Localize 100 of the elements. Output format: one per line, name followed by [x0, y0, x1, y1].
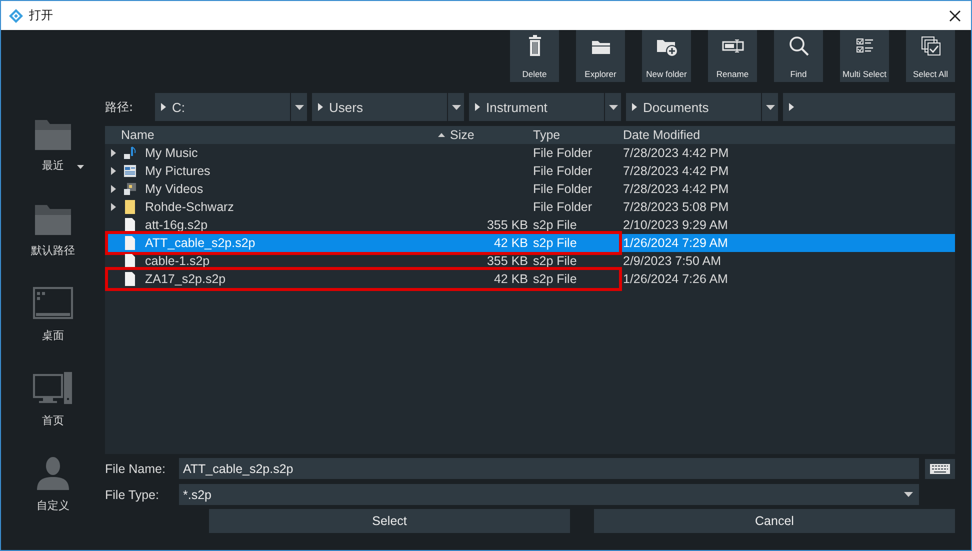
file-row[interactable]: ATT_cable_s2p.s2p 42 KB s2p File 1/26/2024 7:29 AM	[105, 234, 955, 252]
caret-icon[interactable]	[766, 104, 774, 110]
file-row[interactable]: ZA17_s2p.s2p 42 KB s2p File 1/26/2024 7:26 AM	[105, 270, 955, 288]
sidebar-label: 桌面	[42, 328, 64, 343]
file-type: s2p File	[533, 272, 577, 286]
date-modified: 7/28/2023 4:42 PM	[623, 182, 729, 196]
arrow-right-icon	[318, 103, 323, 111]
field-label: File Name:	[105, 462, 166, 476]
document-icon	[123, 218, 137, 232]
date-modified: 7/28/2023 4:42 PM	[623, 164, 729, 178]
file-type-dropdown[interactable]: *.s2p	[178, 483, 920, 506]
close-icon[interactable]	[949, 10, 961, 22]
arrow-right-icon	[789, 103, 794, 111]
document-icon	[123, 236, 137, 250]
sidebar-item[interactable]: 首页	[1, 371, 105, 437]
path-label: 路径:	[105, 98, 134, 116]
file-row[interactable]: My Pictures File Folder 7/28/2023 4:42 PM	[105, 162, 955, 180]
file-row[interactable]: My Music File Folder 7/28/2023 4:42 PM	[105, 144, 955, 162]
dialog-button[interactable]: Cancel	[594, 509, 955, 533]
expand-arrow-icon[interactable]	[111, 167, 116, 175]
toolbar-button[interactable]: Select All	[906, 30, 955, 82]
arrow-right-icon	[475, 103, 480, 111]
file-name: My Pictures	[145, 164, 210, 178]
sidebar-item[interactable]: 默认路径	[1, 201, 105, 267]
file-row[interactable]: cable-1.s2p 355 KB s2p File 2/9/2023 7:50 AM	[105, 252, 955, 270]
path-segment[interactable]: C:	[155, 93, 307, 121]
search-icon	[786, 34, 810, 58]
expand-arrow-icon[interactable]	[111, 185, 116, 193]
date-modified: 2/9/2023 7:50 AM	[623, 254, 721, 268]
arrow-right-icon	[632, 103, 637, 111]
sidebar-item[interactable]: 桌面	[1, 286, 105, 352]
window-title: 打开	[29, 7, 53, 24]
column-header[interactable]: Type	[533, 128, 619, 142]
computer-icon	[31, 371, 75, 407]
file-name: ATT_cable_s2p.s2p	[145, 236, 256, 250]
document-icon	[123, 272, 137, 286]
file-type: s2p File	[533, 218, 577, 232]
caret-icon[interactable]	[294, 104, 304, 110]
sidebar-item[interactable]: 自定义	[1, 456, 105, 522]
file-name: Rohde-Schwarz	[145, 200, 234, 214]
file-type: File Folder	[533, 200, 592, 214]
music-note-icon	[123, 146, 137, 160]
expand-arrow-icon[interactable]	[111, 203, 116, 211]
picture-folder-icon	[123, 164, 137, 178]
column-header[interactable]: Size	[435, 128, 533, 142]
document-icon	[123, 254, 137, 268]
folder-icon	[123, 200, 137, 214]
file-name: ZA17_s2p.s2p	[145, 272, 226, 286]
sidebar-label: 最近	[42, 158, 64, 173]
path-segment[interactable]: Instrument	[469, 93, 621, 121]
toolbar-button[interactable]: New folder	[642, 30, 691, 82]
toolbar-button[interactable]: Explorer	[576, 30, 625, 82]
file-name: att-16g.s2p	[145, 218, 208, 232]
dialog-button[interactable]: Select	[209, 509, 570, 533]
file-size: 42 KB	[494, 236, 528, 250]
file-size: 42 KB	[494, 272, 528, 286]
file-row[interactable]: Rohde-Schwarz File Folder 7/28/2023 5:08 PM	[105, 198, 955, 216]
toolbar-button[interactable]: Multi Select	[840, 30, 889, 82]
field-label: File Type:	[105, 488, 160, 502]
select-all-icon	[918, 34, 942, 58]
file-type: s2p File	[533, 254, 577, 268]
caret-icon[interactable]	[452, 104, 460, 110]
expand-arrow-icon[interactable]	[111, 149, 116, 157]
toolbar-button[interactable]: Find	[774, 30, 823, 82]
file-size: 355 KB	[486, 254, 528, 268]
file-name-field[interactable]: ATT_cable_s2p.s2p	[178, 457, 920, 480]
file-type: File Folder	[533, 164, 592, 178]
caret-icon[interactable]	[77, 165, 84, 169]
caret-icon[interactable]	[608, 104, 618, 110]
keyboard-button[interactable]	[925, 458, 955, 478]
column-header[interactable]: Name	[105, 128, 435, 142]
file-name: cable-1.s2p	[145, 254, 210, 268]
file-size: 355 KB	[486, 218, 528, 232]
arrow-right-icon	[161, 103, 166, 111]
path-segment[interactable]: Documents	[626, 93, 778, 121]
keyboard-icon	[930, 464, 950, 474]
date-modified: 1/26/2024 7:26 AM	[623, 272, 728, 286]
sidebar-label: 自定义	[36, 498, 70, 513]
date-modified: 1/26/2024 7:29 AM	[623, 236, 728, 250]
path-segment[interactable]: Users	[312, 93, 464, 121]
toolbar-button[interactable]: Delete	[510, 30, 559, 82]
file-row[interactable]: att-16g.s2p 355 KB s2p File 2/10/2023 9:29 AM	[105, 216, 955, 234]
file-type: File Folder	[533, 182, 592, 196]
caret-icon	[904, 492, 913, 497]
sidebar-label: 首页	[42, 413, 64, 428]
file-type: s2p File	[533, 236, 577, 250]
desktop-window-icon	[31, 286, 75, 322]
file-type: File Folder	[533, 146, 592, 160]
sidebar-label: 默认路径	[31, 243, 75, 258]
file-row[interactable]: My Videos File Folder 7/28/2023 4:42 PM	[105, 180, 955, 198]
diamond-logo-icon	[9, 8, 23, 22]
toolbar-button[interactable]: Rename	[708, 30, 757, 82]
date-modified: 7/28/2023 4:42 PM	[623, 146, 729, 160]
sort-up-icon	[438, 133, 445, 137]
date-modified: 2/10/2023 9:29 AM	[623, 218, 728, 232]
file-name: My Videos	[145, 182, 204, 196]
column-header[interactable]: Date Modified	[619, 128, 955, 142]
sidebar-item[interactable]: 最近	[1, 116, 105, 182]
file-name: My Music	[145, 146, 198, 160]
date-modified: 7/28/2023 5:08 PM	[623, 200, 729, 214]
